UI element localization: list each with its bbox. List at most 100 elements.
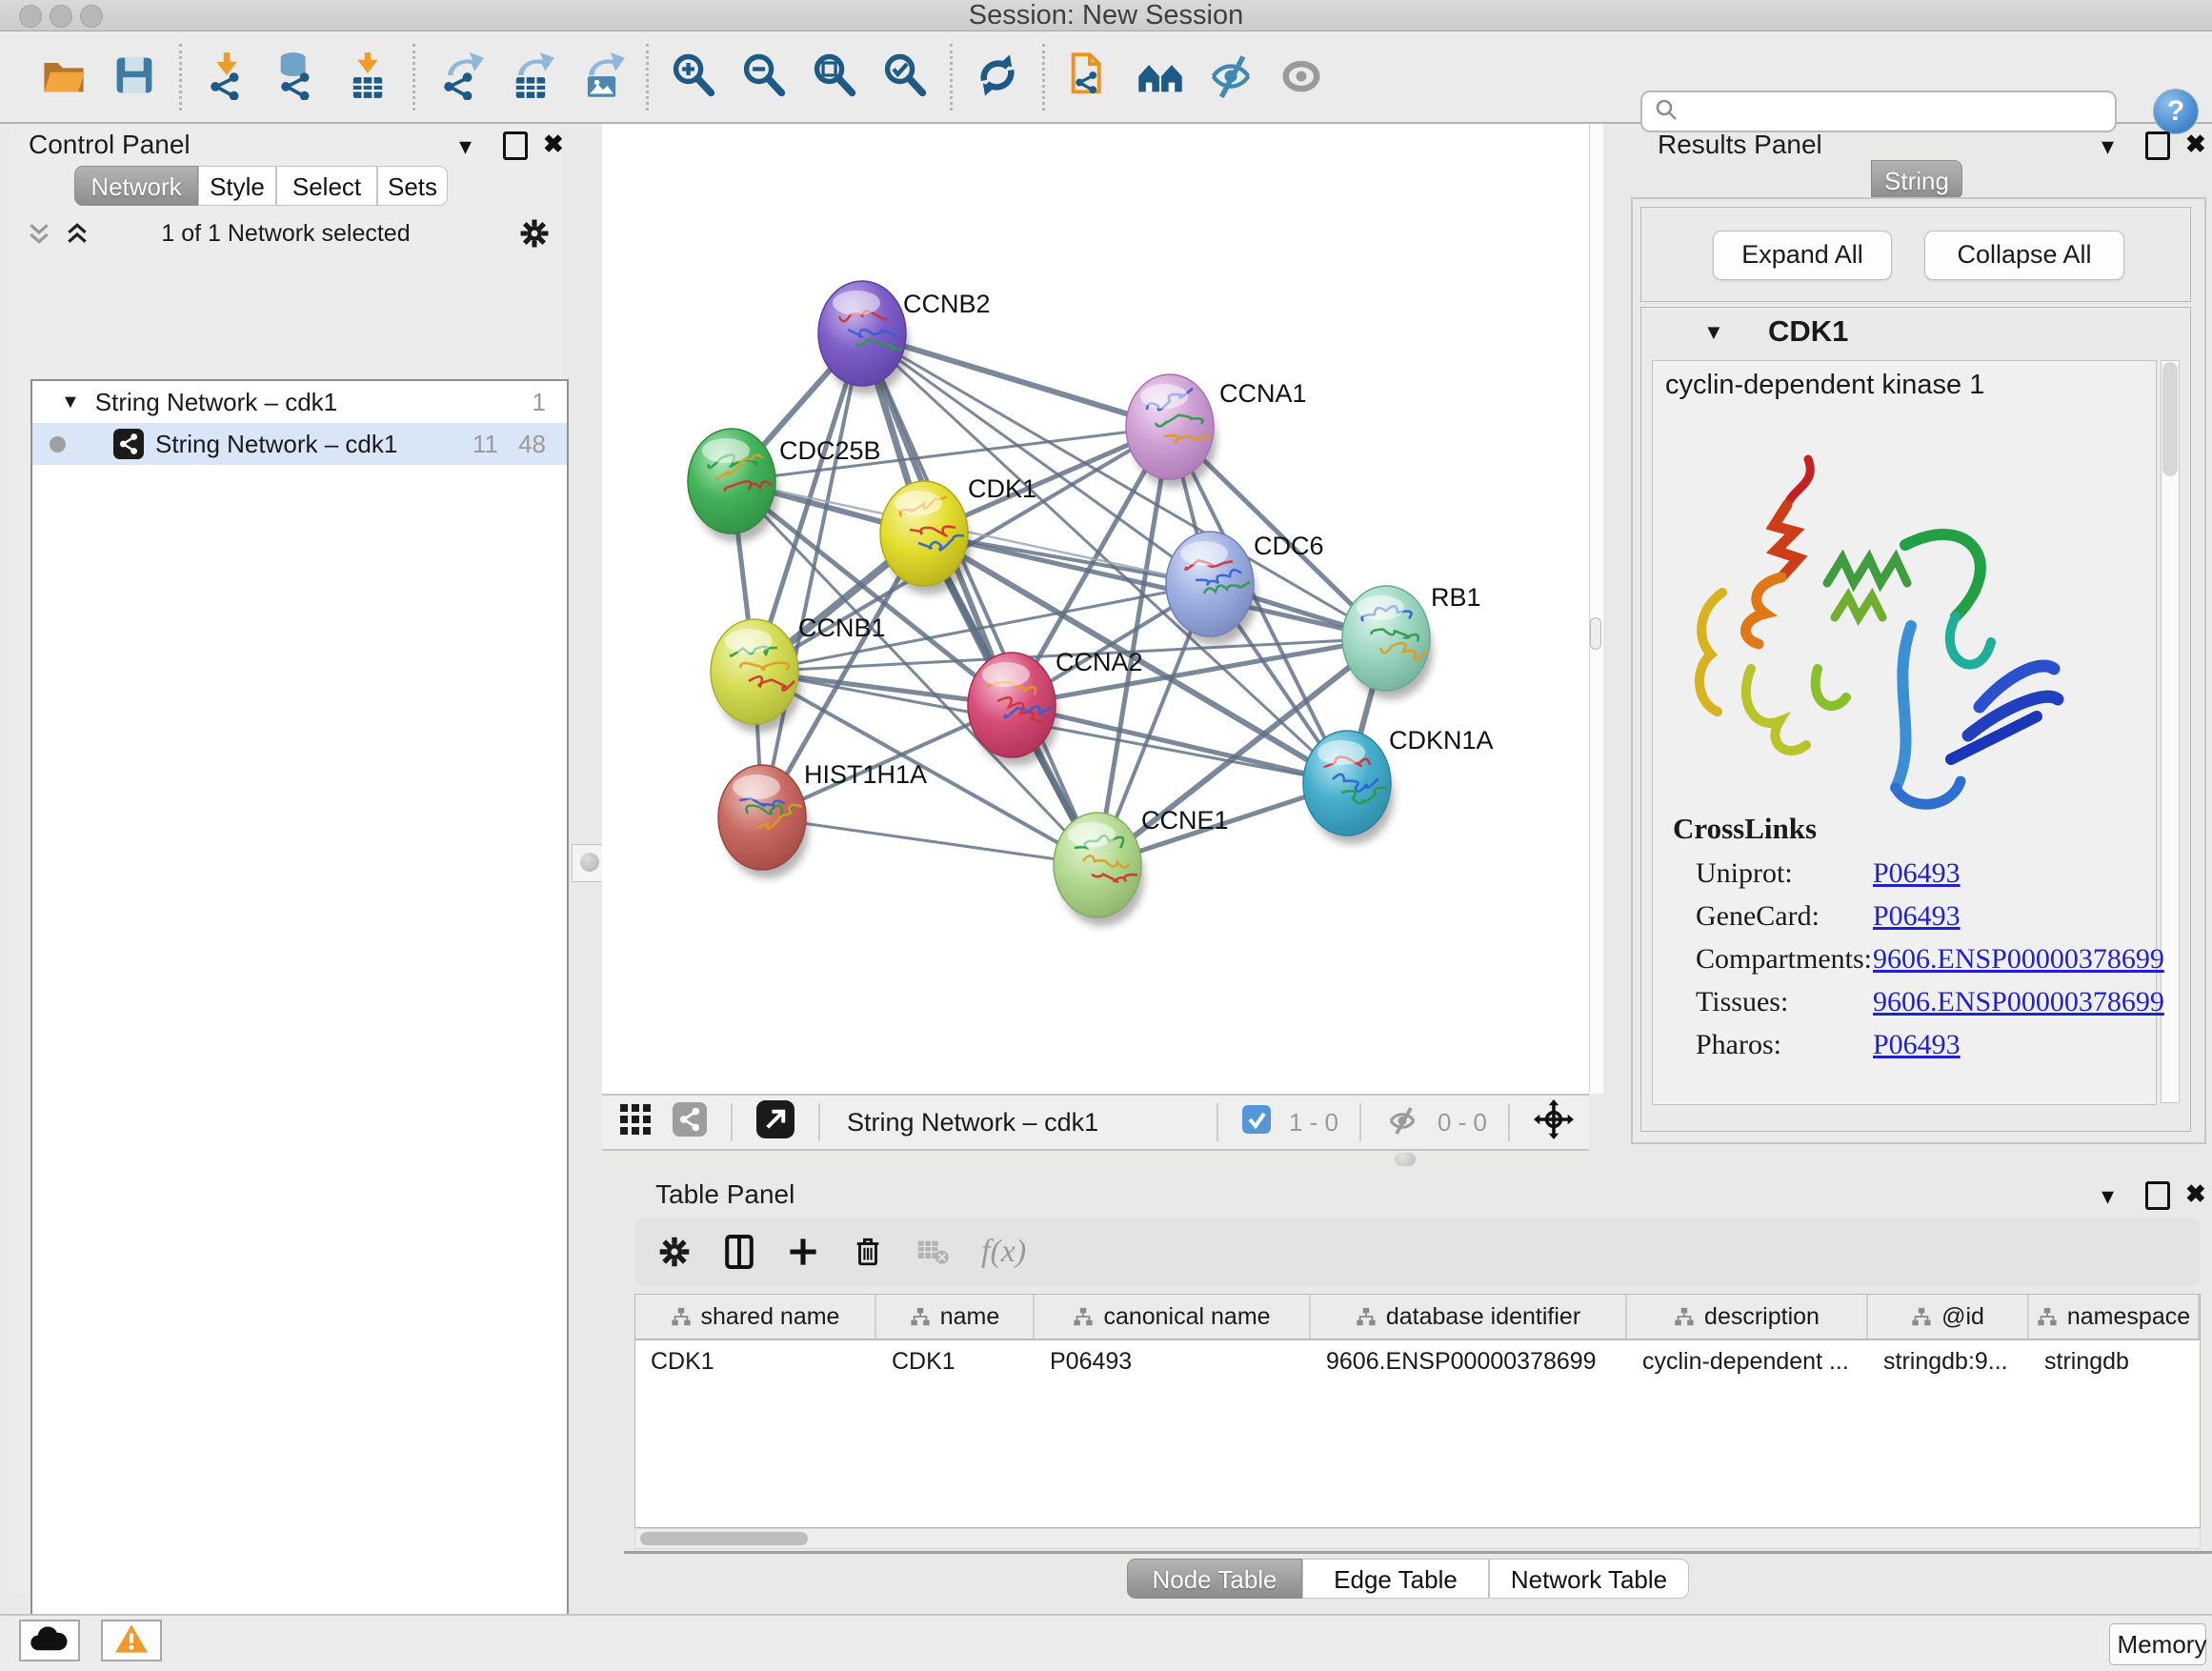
delete-table-icon bbox=[916, 1238, 949, 1265]
network-row[interactable]: String Network – cdk1 11 48 bbox=[32, 423, 567, 465]
warning-icon bbox=[113, 1622, 150, 1660]
column-header-@id[interactable]: @id bbox=[1868, 1295, 2029, 1339]
hide-selected-icon[interactable] bbox=[1206, 50, 1256, 105]
node-label-CCNA2: CCNA2 bbox=[1056, 648, 1143, 676]
add-column-icon[interactable] bbox=[787, 1236, 819, 1268]
table-hscrollbar-thumb[interactable] bbox=[640, 1532, 808, 1545]
table-hscrollbar-track[interactable] bbox=[634, 1528, 2201, 1549]
import-table-file-icon[interactable] bbox=[343, 50, 392, 105]
tab-node-table[interactable]: Node Table bbox=[1127, 1559, 1302, 1599]
import-network-database-icon[interactable] bbox=[272, 50, 322, 105]
table-panel-close-icon[interactable]: ✖ bbox=[2185, 1179, 2206, 1209]
table-panel-float-icon[interactable] bbox=[2145, 1181, 2170, 1210]
collapse-all-button[interactable]: Collapse All bbox=[1924, 231, 2124, 280]
network-node-CCNE1[interactable] bbox=[1054, 813, 1144, 926]
export-table-icon[interactable] bbox=[506, 50, 555, 105]
network-node-CDK1[interactable] bbox=[880, 481, 971, 594]
table-panel-menu-arrow-icon[interactable]: ▾ bbox=[2101, 1181, 2114, 1211]
network-canvas[interactable]: CCNB2CCNA1CDC25BCDK1CDC6RB1CCNB1CCNA2CDK… bbox=[602, 124, 1589, 1094]
node-label-CDC6: CDC6 bbox=[1254, 532, 1324, 560]
save-session-icon[interactable] bbox=[110, 50, 159, 105]
network-node-CCNA1[interactable] bbox=[1126, 374, 1217, 488]
gene-collapse-arrow-icon[interactable]: ▼ bbox=[1703, 320, 1724, 345]
network-splitter-pill[interactable] bbox=[1590, 617, 1601, 650]
tab-string[interactable]: String bbox=[1871, 160, 1962, 200]
results-scrollbar-thumb[interactable] bbox=[2162, 362, 2178, 476]
crosslink-link[interactable]: P06493 bbox=[1873, 857, 1961, 890]
network-node-RB1[interactable] bbox=[1342, 586, 1433, 699]
detach-view-icon[interactable] bbox=[756, 1100, 794, 1145]
network-node-CCNA2[interactable] bbox=[968, 653, 1058, 766]
open-session-icon[interactable] bbox=[39, 50, 89, 105]
new-network-from-selection-icon[interactable] bbox=[1065, 50, 1115, 105]
network-node-CDC25B[interactable] bbox=[688, 429, 778, 542]
export-network-icon[interactable] bbox=[435, 50, 485, 105]
network-node-CDKN1A[interactable] bbox=[1303, 731, 1394, 844]
results-panel-close-icon[interactable]: ✖ bbox=[2185, 130, 2206, 159]
column-header-name[interactable]: name bbox=[876, 1295, 1035, 1339]
tab-style[interactable]: Style bbox=[198, 166, 276, 206]
crosslink-link[interactable]: 9606.ENSP00000378699 bbox=[1873, 943, 2164, 976]
export-image-icon[interactable] bbox=[576, 50, 626, 105]
tab-sets[interactable]: Sets bbox=[377, 166, 448, 206]
delete-column-icon[interactable] bbox=[852, 1233, 884, 1271]
network-edge[interactable] bbox=[1012, 705, 1347, 783]
results-panel-menu-arrow-icon[interactable]: ▾ bbox=[2101, 131, 2114, 161]
network-node-CCNB1[interactable] bbox=[711, 619, 801, 733]
show-grid-icon[interactable] bbox=[619, 1103, 652, 1142]
tab-edge-table[interactable]: Edge Table bbox=[1302, 1559, 1489, 1599]
tab-network-table[interactable]: Network Table bbox=[1489, 1559, 1689, 1599]
selected-checkbox-icon[interactable] bbox=[1242, 1105, 1271, 1140]
hidden-count: 0 - 0 bbox=[1438, 1108, 1487, 1137]
crosslink-row: Uniprot:P06493 bbox=[1696, 857, 2153, 900]
import-network-file-icon[interactable] bbox=[202, 50, 251, 105]
tab-network[interactable]: Network bbox=[74, 166, 198, 206]
crosslink-link[interactable]: P06493 bbox=[1873, 900, 1961, 933]
network-node-HIST1H1A[interactable] bbox=[718, 765, 809, 878]
show-columns-icon[interactable] bbox=[724, 1232, 754, 1272]
show-all-icon[interactable] bbox=[1277, 50, 1326, 105]
control-panel-title: Control Panel bbox=[29, 130, 191, 160]
search-input[interactable] bbox=[1688, 96, 2101, 128]
bottom-splitter-handle[interactable] bbox=[1395, 1153, 1416, 1166]
fit-content-crosshair-icon[interactable] bbox=[1534, 1099, 1574, 1146]
zoom-in-icon[interactable] bbox=[669, 50, 718, 105]
network-collection-row[interactable]: ▼ String Network – cdk1 1 bbox=[32, 381, 567, 423]
control-panel-close-icon[interactable]: ✖ bbox=[543, 130, 564, 159]
search-field[interactable] bbox=[1640, 91, 2117, 132]
column-header-namespace[interactable]: namespace bbox=[2029, 1295, 2200, 1339]
control-panel-float-icon[interactable] bbox=[503, 131, 528, 160]
table-cell: stringdb:9... bbox=[1868, 1340, 2029, 1382]
table-settings-gear-icon[interactable] bbox=[657, 1235, 692, 1269]
tab-select[interactable]: Select bbox=[276, 166, 377, 206]
memory-button[interactable]: Memory bbox=[2109, 1623, 2206, 1665]
string-view-badge-icon[interactable] bbox=[673, 1102, 707, 1143]
hidden-eye-slash-icon[interactable] bbox=[1385, 1102, 1419, 1143]
column-header-database-identifier[interactable]: database identifier bbox=[1311, 1295, 1627, 1339]
warnings-button[interactable] bbox=[101, 1620, 162, 1661]
zoom-selected-icon[interactable] bbox=[880, 50, 930, 105]
crosslink-link[interactable]: P06493 bbox=[1873, 1029, 1961, 1061]
help-button[interactable]: ? bbox=[2153, 89, 2199, 134]
expand-all-button[interactable]: Expand All bbox=[1713, 231, 1892, 280]
cloud-tasks-button[interactable] bbox=[19, 1620, 80, 1661]
network-edge[interactable] bbox=[762, 817, 1097, 865]
collection-expand-arrow-icon[interactable]: ▼ bbox=[61, 392, 80, 413]
first-neighbors-icon[interactable] bbox=[1136, 50, 1185, 105]
control-panel-menu-arrow-icon[interactable]: ▾ bbox=[459, 131, 472, 161]
column-header-shared-name[interactable]: shared name bbox=[635, 1295, 876, 1339]
network-edge-count: 48 bbox=[518, 430, 546, 459]
table-row[interactable]: CDK1CDK1P064939606.ENSP00000378699cyclin… bbox=[635, 1340, 2200, 1382]
apply-preferred-layout-icon[interactable] bbox=[973, 50, 1022, 105]
column-header-description[interactable]: description bbox=[1627, 1295, 1868, 1339]
crosslinks-heading: CrossLinks bbox=[1673, 812, 1817, 846]
zoom-fit-icon[interactable] bbox=[810, 50, 859, 105]
results-panel-float-icon[interactable] bbox=[2145, 131, 2170, 160]
network-options-gear-icon[interactable] bbox=[518, 217, 551, 256]
gene-symbol: CDK1 bbox=[1768, 314, 1848, 349]
crosslink-link[interactable]: 9606.ENSP00000378699 bbox=[1873, 986, 2164, 1018]
zoom-out-icon[interactable] bbox=[739, 50, 789, 105]
network-node-CCNB2[interactable] bbox=[818, 281, 909, 394]
column-header-canonical-name[interactable]: canonical name bbox=[1035, 1295, 1311, 1339]
node-label-CCNB2: CCNB2 bbox=[903, 290, 991, 318]
